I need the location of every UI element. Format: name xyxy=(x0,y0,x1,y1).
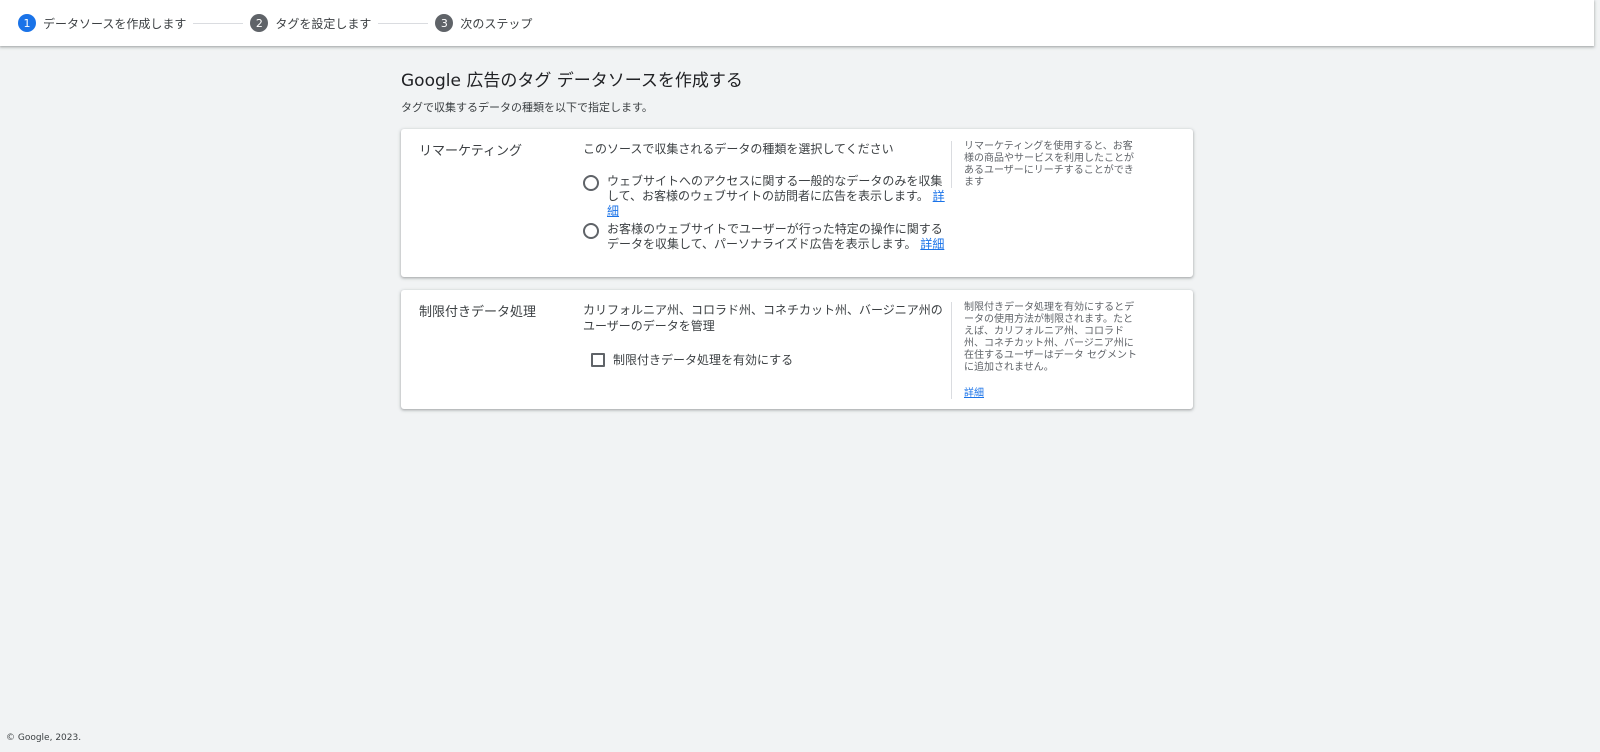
remarketing-question: このソースで収集されるデータの種類を選択してください xyxy=(583,142,894,156)
restricted-data-help-text: 制限付きデータ処理を有効にするとデータの使用方法が制限されます。たとえば、カリフ… xyxy=(964,302,1137,373)
page-subtitle: タグで収集するデータの種類を以下で指定します。 xyxy=(401,101,653,114)
step-number-3: 3 xyxy=(435,14,454,32)
restricted-data-checkbox-row[interactable]: 制限付きデータ処理を有効にする xyxy=(591,351,793,368)
step-label-3: 次のステップ xyxy=(460,16,533,31)
step-number-1: 1 xyxy=(18,14,36,32)
step-number-2: 2 xyxy=(250,14,269,32)
step-next-steps[interactable]: 3 次のステップ xyxy=(435,14,532,32)
radio-option-specific-actions[interactable]: お客様のウェブサイトでユーザーが行った特定の操作に関するデータを収集して、パーソ… xyxy=(583,222,947,252)
radio-option-text: ウェブサイトへのアクセスに関する一般的なデータのみを収集して、お客様のウェブサイ… xyxy=(607,174,947,219)
step-connector xyxy=(378,22,429,24)
restricted-data-checkbox-label[interactable]: 制限付きデータ処理を有効にする xyxy=(613,351,793,368)
step-label-2: タグを設定します xyxy=(275,16,372,31)
vertical-divider xyxy=(951,141,952,188)
remarketing-title: リマーケティング xyxy=(419,144,522,159)
step-set-up-tag[interactable]: 2 タグを設定します xyxy=(250,14,371,32)
page-header: Google 広告のタグ データソースを作成する タグで収集するデータの種類を以… xyxy=(401,68,1193,115)
page-title: Google 広告のタグ データソースを作成する xyxy=(401,71,743,91)
learn-more-link[interactable]: 詳細 xyxy=(920,237,944,251)
radio-option-general-data[interactable]: ウェブサイトへのアクセスに関する一般的なデータのみを収集して、お客様のウェブサイ… xyxy=(583,174,947,219)
restricted-data-card: 制限付きデータ処理 カリフォルニア州、コロラド州、コネチカット州、バージニア州の… xyxy=(401,290,1193,409)
restricted-data-learn-more-link[interactable]: 詳細 xyxy=(964,384,984,399)
step-create-data-source[interactable]: 1 データソースを作成します xyxy=(18,14,186,32)
remarketing-card: リマーケティング このソースで収集されるデータの種類を選択してください ウェブサ… xyxy=(401,129,1193,277)
stepper-header: 1 データソースを作成します 2 タグを設定します 3 次のステップ xyxy=(0,0,1594,46)
restricted-data-checkbox[interactable] xyxy=(591,352,605,367)
step-label-1: データソースを作成します xyxy=(43,16,187,31)
radio-option-text: お客様のウェブサイトでユーザーが行った特定の操作に関するデータを収集して、パーソ… xyxy=(607,222,947,252)
radio-option-1-label: ウェブサイトへのアクセスに関する一般的なデータのみを収集して、お客様のウェブサイ… xyxy=(607,174,943,203)
radio-option-2-label: お客様のウェブサイトでユーザーが行った特定の操作に関するデータを収集して、パーソ… xyxy=(607,222,943,251)
radio-button-specific[interactable] xyxy=(583,223,599,239)
remarketing-help-text: リマーケティングを使用すると、お客様の商品やサービスを利用したことがあるユーザー… xyxy=(964,141,1134,188)
footer-copyright: © Google, 2023. xyxy=(6,733,82,743)
restricted-data-title: 制限付きデータ処理 xyxy=(419,305,537,320)
radio-button-general[interactable] xyxy=(583,175,599,191)
step-connector xyxy=(193,22,244,24)
vertical-divider xyxy=(951,302,952,399)
restricted-data-description: カリフォルニア州、コロラド州、コネチカット州、バージニア州のユーザーのデータを管… xyxy=(583,303,943,333)
